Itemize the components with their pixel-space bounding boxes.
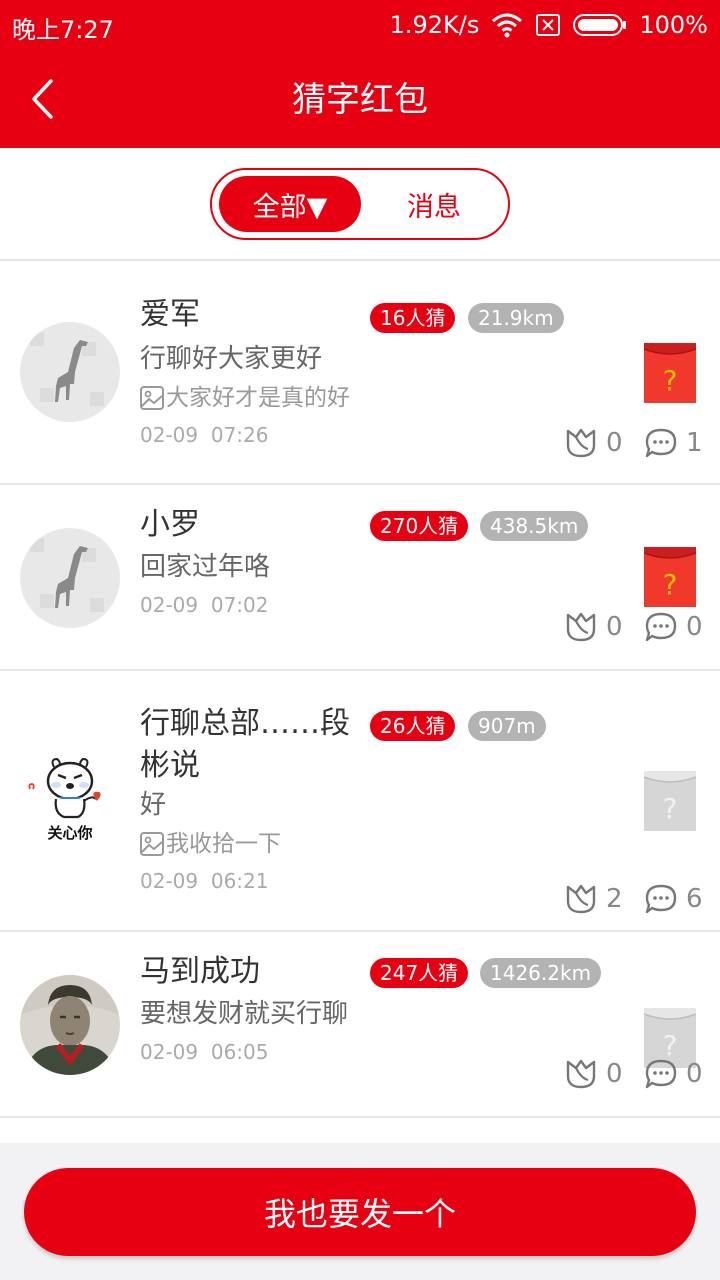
- comment-icon: [645, 884, 677, 914]
- comment-stat[interactable]: 6: [644, 883, 703, 915]
- flower-stat[interactable]: 2: [564, 883, 623, 915]
- post-date: 02-09: [140, 593, 199, 617]
- filter-bar: 全部▼ 消息: [0, 148, 720, 261]
- post-time: 02-09 07:26: [140, 421, 268, 449]
- post-content: 好: [140, 790, 167, 820]
- post-clock: 06:05: [210, 1040, 269, 1064]
- comment-count: 0: [686, 612, 703, 642]
- no-sim-icon: [535, 13, 561, 37]
- post-list: 爱军 16人猜 21.9km 行聊好大家更好 大家好才是真的好 02-09 07…: [0, 263, 720, 1118]
- flower-stat[interactable]: 0: [564, 427, 623, 459]
- red-envelope-icon: ?: [643, 343, 697, 403]
- comment-count: 6: [686, 884, 703, 914]
- avatar[interactable]: [20, 975, 120, 1075]
- post-content: 行聊好大家更好: [140, 344, 323, 374]
- flower-icon: [566, 884, 596, 914]
- post-time: 02-09 07:02: [140, 591, 268, 619]
- envelope-opened-icon: ?: [643, 771, 697, 831]
- distance-badge: 21.9km: [468, 303, 564, 333]
- post-clock: 06:21: [210, 869, 269, 893]
- status-indicators: 1.92K/s 100%: [390, 8, 708, 42]
- list-item[interactable]: 爱军 16人猜 21.9km 行聊好大家更好 大家好才是真的好 02-09 07…: [0, 263, 720, 485]
- comment-stat[interactable]: 0: [644, 1058, 703, 1090]
- avatar[interactable]: [20, 322, 120, 422]
- red-envelope-active[interactable]: ?: [643, 343, 697, 403]
- avatar[interactable]: 关心你: [20, 751, 120, 851]
- comment-icon: [645, 428, 677, 458]
- image-note-text: 我收拾一下: [166, 831, 281, 857]
- flower-icon: [566, 612, 596, 642]
- filter-toggle: 全部▼ 消息: [210, 168, 510, 240]
- svg-text:?: ?: [663, 568, 678, 601]
- flower-icon: [566, 428, 596, 458]
- wifi-icon: [491, 12, 523, 38]
- red-envelope-opened[interactable]: ?: [643, 771, 697, 831]
- comment-stat[interactable]: 1: [644, 427, 703, 459]
- post-time: 02-09 06:05: [140, 1038, 268, 1066]
- battery-level: 100%: [639, 11, 708, 39]
- image-note-text: 大家好才是真的好: [166, 385, 350, 411]
- app-header: 晚上7:27 1.92K/s 100% 猜字红包: [0, 0, 720, 148]
- page-title: 猜字红包: [292, 80, 428, 120]
- post-date: 02-09: [140, 869, 199, 893]
- post-clock: 07:26: [210, 423, 269, 447]
- red-envelope-icon: ?: [643, 547, 697, 607]
- comment-count: 1: [686, 428, 703, 458]
- svg-text:?: ?: [663, 364, 678, 397]
- distance-badge: 1426.2km: [480, 958, 602, 988]
- filter-all-button[interactable]: 全部▼: [219, 176, 361, 232]
- comment-stat[interactable]: 0: [644, 611, 703, 643]
- distance-badge: 907m: [468, 711, 546, 741]
- post-date: 02-09: [140, 423, 199, 447]
- send-red-envelope-button[interactable]: 我也要发一个: [24, 1168, 696, 1256]
- guess-count-badge: 270人猜: [370, 511, 469, 541]
- list-item[interactable]: 马到成功 247人猜 1426.2km 要想发财就买行聊 02-09 06:05…: [0, 932, 720, 1118]
- post-author: 爱军: [140, 297, 200, 332]
- battery-icon: [573, 13, 627, 37]
- guess-count-badge: 247人猜: [370, 958, 469, 988]
- guess-count-badge: 26人猜: [370, 711, 456, 741]
- svg-text:?: ?: [663, 792, 678, 825]
- list-item[interactable]: 关心你 行聊总部……段彬说 26人猜 907m 好 我收拾一下 02-09 06…: [0, 671, 720, 932]
- guess-count-badge: 16人猜: [370, 303, 456, 333]
- avatar[interactable]: [20, 528, 120, 628]
- red-envelope-active[interactable]: ?: [643, 547, 697, 607]
- flower-stat[interactable]: 0: [564, 611, 623, 643]
- post-time: 02-09 06:21: [140, 867, 268, 895]
- status-time: 晚上7:27: [12, 16, 114, 44]
- post-author: 马到成功: [140, 954, 260, 989]
- flower-count: 0: [606, 612, 623, 642]
- post-author: 小罗: [140, 507, 200, 542]
- comment-count: 0: [686, 1059, 703, 1089]
- post-clock: 07:02: [210, 593, 269, 617]
- flower-count: 2: [606, 884, 623, 914]
- post-content: 要想发财就买行聊: [140, 999, 349, 1029]
- flower-icon: [566, 1059, 596, 1089]
- post-date: 02-09: [140, 1040, 199, 1064]
- post-author: 行聊总部……段彬说: [140, 706, 350, 783]
- filter-message-button[interactable]: 消息: [364, 176, 504, 232]
- list-item[interactable]: 小罗 270人猜 438.5km 回家过年咯 02-09 07:02 ? 0 0: [0, 485, 720, 671]
- post-content: 回家过年咯: [140, 552, 271, 582]
- network-speed: 1.92K/s: [389, 11, 480, 39]
- image-icon: [140, 832, 164, 856]
- distance-badge: 438.5km: [480, 511, 589, 541]
- image-icon: [140, 386, 164, 410]
- image-note: 大家好才是真的好: [140, 383, 350, 413]
- flower-stat[interactable]: 0: [564, 1058, 623, 1090]
- flower-count: 0: [606, 428, 623, 458]
- flower-count: 0: [606, 1059, 623, 1089]
- comment-icon: [645, 612, 677, 642]
- comment-icon: [645, 1059, 677, 1089]
- image-note: 我收拾一下: [140, 829, 281, 859]
- avatar-caption: 关心你: [47, 824, 93, 842]
